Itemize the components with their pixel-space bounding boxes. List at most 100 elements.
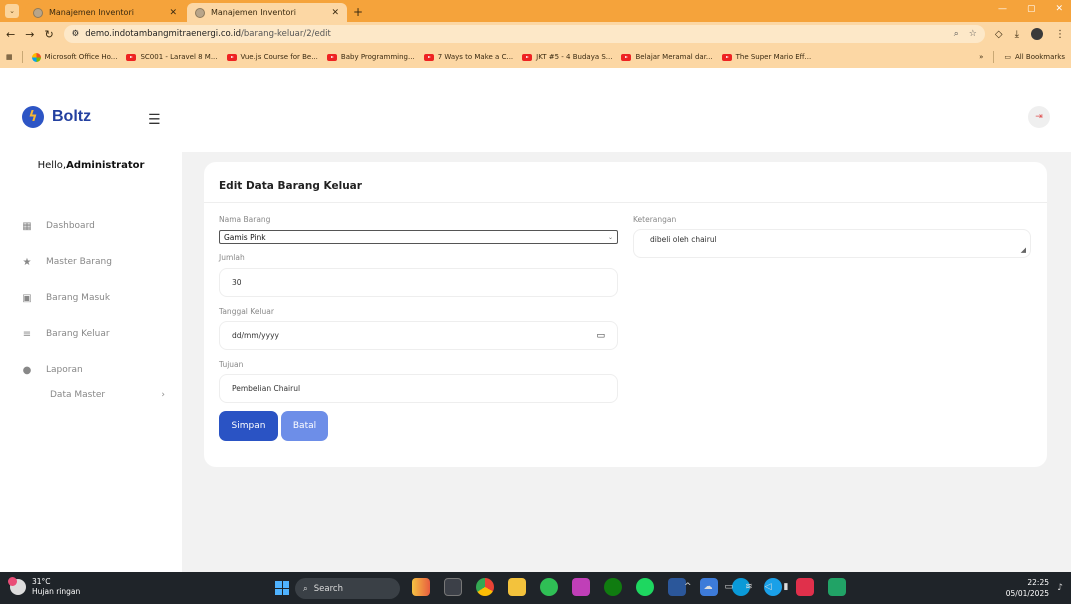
- sidebar-item-master-barang[interactable]: ★ Master Barang: [22, 244, 112, 280]
- mcafee-icon[interactable]: [796, 578, 814, 596]
- divider: [993, 51, 995, 63]
- browser-menu-icon[interactable]: ⋮: [1055, 29, 1065, 40]
- browser-tab-bar: ⌄ Manajemen Inventori ✕ Manajemen Invent…: [0, 0, 1071, 22]
- brand-name: Boltz: [52, 108, 92, 125]
- new-tab-button[interactable]: +: [349, 3, 367, 21]
- weather-widget[interactable]: 31°C Hujan ringan: [8, 577, 80, 597]
- globe-icon: [195, 7, 205, 18]
- display-icon[interactable]: ▭: [725, 582, 734, 592]
- excel-icon[interactable]: [828, 578, 846, 596]
- zoom-icon[interactable]: ⌕: [954, 29, 959, 39]
- browser-tab[interactable]: Manajemen Inventori ✕: [25, 3, 185, 22]
- app-icon[interactable]: [572, 578, 590, 596]
- forward-icon[interactable]: →: [25, 28, 34, 41]
- tab-title: Manajemen Inventori: [211, 8, 296, 17]
- bookmark-item[interactable]: JKT #5 - 4 Budaya S...: [522, 53, 612, 61]
- brand[interactable]: ϟ Boltz: [22, 106, 91, 128]
- bookmark-item[interactable]: The Super Mario Eff...: [721, 53, 811, 61]
- bookmark-item[interactable]: Microsoft Office Ho...: [31, 52, 117, 62]
- browser-tab-active[interactable]: Manajemen Inventori ✕: [187, 3, 347, 22]
- bookmark-star-icon[interactable]: ☆: [969, 29, 977, 39]
- jumlah-input[interactable]: 30: [219, 268, 618, 297]
- close-window-icon[interactable]: ✕: [1055, 4, 1063, 14]
- divider: [204, 202, 1047, 203]
- date: 05/01/2025: [1005, 589, 1049, 598]
- sidebar: ϟ Boltz ☰ Hello,Administrator ▦ Dashboard…: [0, 68, 182, 572]
- tanggal-keluar-input[interactable]: dd/mm/yyyy ▭: [219, 321, 618, 350]
- tujuan-input[interactable]: Pembelian Chairul: [219, 374, 618, 403]
- notification-bell-icon[interactable]: ♪: [1057, 583, 1063, 593]
- folder-icon: ▭: [1004, 53, 1011, 61]
- keterangan-textarea[interactable]: dibeli oleh chairul ◢: [633, 229, 1031, 258]
- sidebar-item-data-master[interactable]: Data Master ›: [50, 390, 165, 400]
- url-field[interactable]: ⚙ demo.indotambangmitraenergi.co.id/bara…: [63, 25, 985, 43]
- chevron-right-icon: ›: [161, 390, 165, 400]
- download-icon[interactable]: ⤓: [1015, 29, 1019, 40]
- minimize-icon[interactable]: —: [998, 4, 1007, 14]
- extensions-icon[interactable]: ◇: [995, 29, 1003, 40]
- chevron-up-icon[interactable]: ^: [684, 582, 692, 592]
- sidebar-item-barang-masuk[interactable]: ▣ Barang Masuk: [22, 280, 112, 316]
- file-explorer-icon[interactable]: [508, 578, 526, 596]
- tab-search-button[interactable]: ⌄: [5, 4, 19, 18]
- all-bookmarks-button[interactable]: ▭ All Bookmarks: [1004, 53, 1065, 61]
- microsoft-icon: [31, 52, 41, 62]
- greeting: Hello,Administrator: [37, 160, 145, 171]
- tanggal-keluar-label: Tanggal Keluar: [219, 307, 274, 316]
- logout-icon: ⇥: [1035, 112, 1043, 122]
- cancel-button[interactable]: Batal: [281, 411, 328, 441]
- chrome-icon[interactable]: [476, 578, 494, 596]
- volume-icon[interactable]: ◁: [765, 582, 772, 592]
- sidebar-item-dashboard[interactable]: ▦ Dashboard: [22, 208, 112, 244]
- clock[interactable]: 22:25 05/01/2025: [1006, 577, 1049, 599]
- close-icon[interactable]: ✕: [331, 8, 339, 18]
- bookmark-item[interactable]: Vue.js Course for Be...: [226, 53, 318, 61]
- bookmark-item[interactable]: Belajar Meramal dar...: [621, 53, 713, 61]
- youtube-icon: [423, 53, 434, 61]
- whatsapp-icon[interactable]: [540, 578, 558, 596]
- nama-barang-select[interactable]: Gamis Pink ⌄: [219, 230, 618, 244]
- bolt-logo-icon: ϟ: [22, 106, 44, 128]
- address-bar-row: ← → ↻ ⚙ demo.indotambangmitraenergi.co.i…: [0, 22, 1071, 46]
- apps-grid-icon[interactable]: ▦: [6, 53, 13, 61]
- save-button[interactable]: Simpan: [219, 411, 278, 441]
- site-info-icon[interactable]: ⚙: [72, 29, 80, 39]
- back-icon[interactable]: ←: [6, 28, 15, 41]
- nama-barang-label: Nama Barang: [219, 215, 271, 224]
- url-path: /barang-keluar/2/edit: [241, 29, 331, 39]
- youtube-icon: [326, 53, 337, 61]
- spotify-icon[interactable]: [636, 578, 654, 596]
- app-viewport: ϟ Boltz ☰ Hello,Administrator ▦ Dashboard…: [0, 68, 1071, 572]
- battery-icon[interactable]: ▮: [784, 582, 789, 592]
- youtube-icon: [226, 53, 237, 61]
- bookmark-item[interactable]: Baby Programming...: [326, 53, 415, 61]
- top-bar: ⇥: [182, 68, 1071, 152]
- cloud-icon[interactable]: ☁: [704, 582, 713, 592]
- hamburger-menu-icon[interactable]: ☰: [148, 112, 161, 128]
- url-host: demo.indotambangmitraenergi.co.id: [85, 29, 242, 39]
- bookmark-item[interactable]: 7 Ways to Make a C...: [423, 53, 513, 61]
- sidebar-item-barang-keluar[interactable]: ≡ Barang Keluar: [22, 316, 112, 352]
- list-icon: ≡: [22, 328, 32, 340]
- bookmark-item[interactable]: SC001 - Laravel 8 M...: [126, 53, 218, 61]
- sidebar-item-laporan[interactable]: ● Laporan: [22, 352, 112, 388]
- calendar-icon[interactable]: ▭: [596, 331, 605, 341]
- keterangan-label: Keterangan: [633, 215, 677, 224]
- bookmarks-overflow-button[interactable]: »: [979, 53, 983, 61]
- xbox-icon[interactable]: [604, 578, 622, 596]
- taskbar-search[interactable]: ⌕ Search: [295, 578, 400, 599]
- windows-start-icon[interactable]: [275, 581, 289, 595]
- app-pinned-icon[interactable]: [412, 578, 430, 596]
- youtube-icon: [522, 53, 533, 61]
- resize-handle-icon[interactable]: ◢: [1021, 246, 1026, 254]
- logout-button[interactable]: ⇥: [1028, 106, 1050, 128]
- star-icon: ★: [22, 256, 32, 268]
- reload-icon[interactable]: ↻: [44, 28, 53, 41]
- temperature: 31°C: [32, 577, 51, 586]
- task-view-icon[interactable]: [444, 578, 462, 596]
- sidebar-menu: ▦ Dashboard ★ Master Barang ▣ Barang Masuk …: [22, 208, 112, 388]
- maximize-icon[interactable]: ▢: [1027, 4, 1036, 14]
- wifi-icon[interactable]: ≋: [745, 582, 753, 592]
- close-icon[interactable]: ✕: [169, 8, 177, 18]
- profile-avatar[interactable]: [1031, 28, 1043, 40]
